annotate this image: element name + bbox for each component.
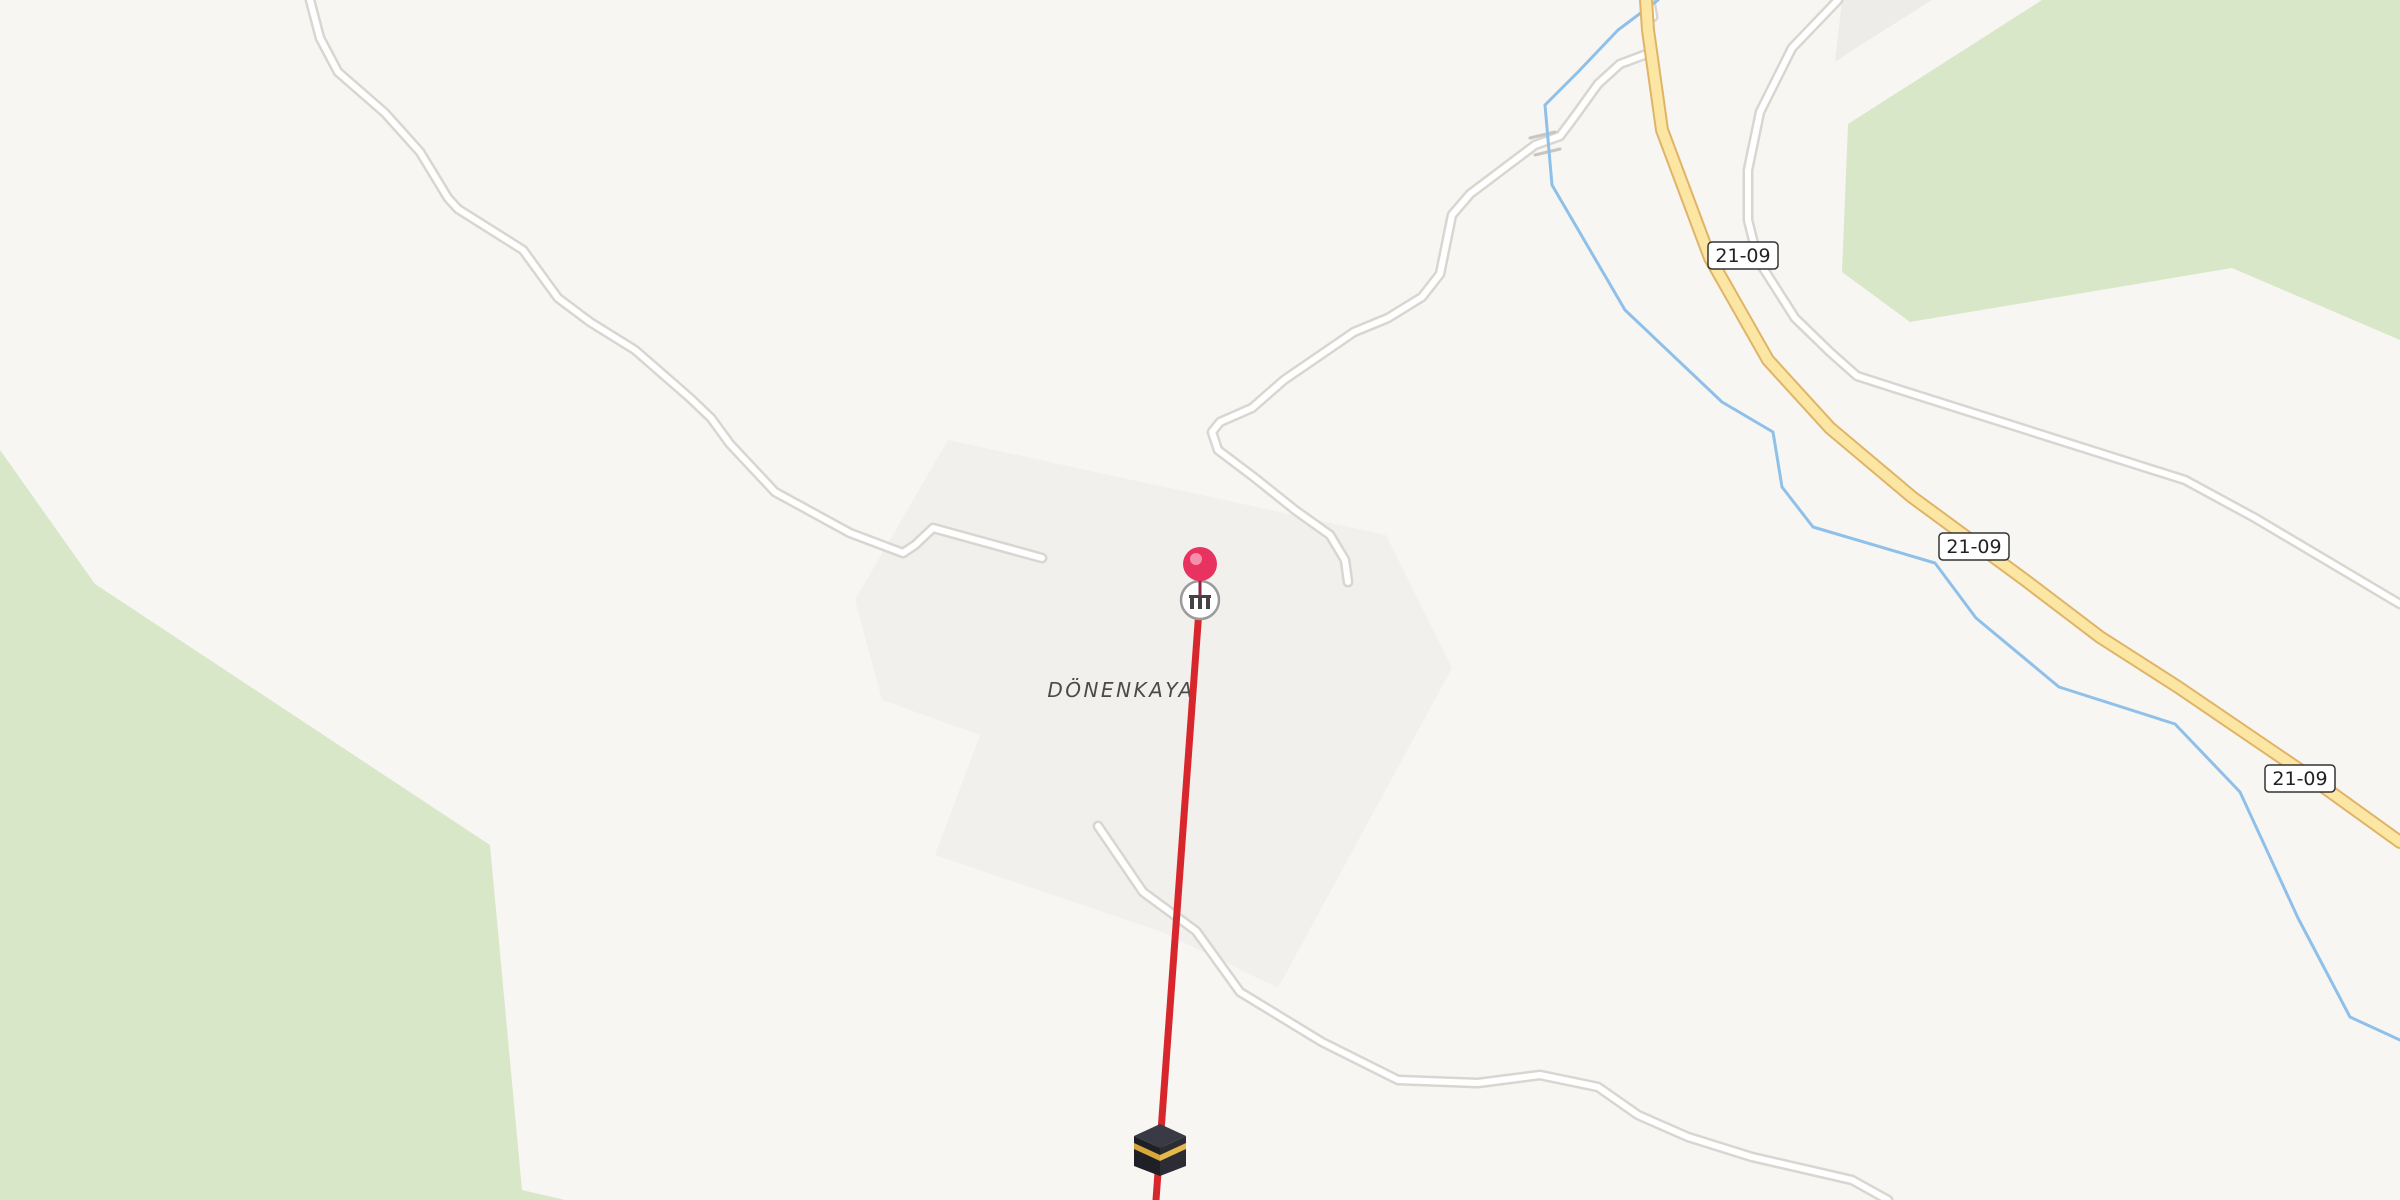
- road-shield: 21-09: [1707, 241, 1779, 270]
- map-canvas[interactable]: 21-09 21-09 21-09 DÖNENKAYA: [0, 0, 2400, 1200]
- place-label: DÖNENKAYA: [1047, 678, 1194, 702]
- road-shield: 21-09: [1938, 532, 2010, 561]
- road-shield: 21-09: [2264, 764, 2336, 793]
- map-pin-icon: [1190, 553, 1202, 565]
- road-shield-label: 21-09: [2272, 768, 2327, 790]
- road-shield-label: 21-09: [1946, 536, 2001, 558]
- road-shield-label: 21-09: [1715, 245, 1770, 267]
